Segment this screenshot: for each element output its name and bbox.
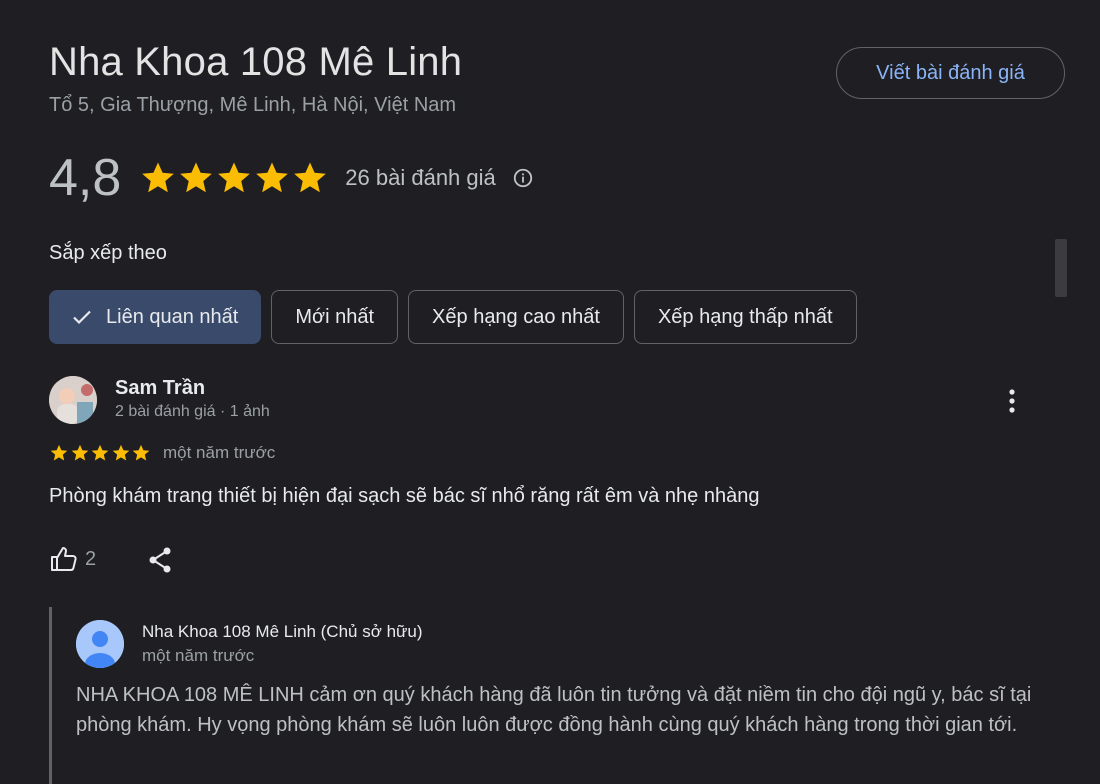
star-icon: [142, 162, 175, 193]
star-icon: [112, 444, 129, 461]
sort-chip-highest[interactable]: Xếp hạng cao nhất: [408, 290, 624, 344]
owner-reply-divider: [49, 607, 52, 784]
sort-chip-relevant[interactable]: Liên quan nhất: [49, 290, 262, 344]
sort-chip-label: Mới nhất: [295, 305, 375, 328]
write-review-button[interactable]: Viết bài đánh giá: [836, 47, 1065, 99]
star-icon: [71, 444, 88, 461]
share-icon[interactable]: [147, 546, 173, 574]
check-icon: [73, 310, 91, 325]
sort-label: Sắp xếp theo: [49, 242, 167, 264]
scrollbar-thumb[interactable]: [1055, 239, 1067, 297]
business-address: Tổ 5, Gia Thượng, Mê Linh, Hà Nội, Việt …: [49, 94, 457, 116]
rating-summary: 4,8 26 bài đánh giá: [49, 148, 534, 208]
sort-chip-label: Liên quan nhất: [106, 305, 239, 328]
info-icon[interactable]: [512, 167, 534, 189]
like-button[interactable]: 2: [49, 544, 96, 574]
review-date: một năm trước: [163, 443, 276, 462]
like-count: 2: [85, 547, 97, 570]
more-vert-icon[interactable]: [1000, 386, 1024, 416]
sort-chip-label: Xếp hạng thấp nhất: [657, 305, 833, 328]
sort-chips: Liên quan nhất Mới nhất Xếp hạng cao nhấ…: [49, 290, 867, 344]
reviewer-name[interactable]: Sam Trần: [115, 377, 205, 400]
star-icon: [294, 162, 327, 193]
review-stars: [49, 443, 152, 463]
star-icon: [132, 444, 150, 461]
rating-value: 4,8: [49, 149, 122, 207]
rating-stars: [139, 159, 329, 197]
star-icon: [180, 162, 213, 193]
reviewer-meta: 2 bài đánh giá · 1 ảnh: [115, 403, 270, 420]
sort-chip-label: Xếp hạng cao nhất: [432, 305, 600, 328]
sort-chip-lowest[interactable]: Xếp hạng thấp nhất: [633, 290, 857, 344]
owner-reply-author: Nha Khoa 108 Mê Linh (Chủ sở hữu): [142, 622, 423, 641]
star-icon: [256, 162, 289, 193]
sort-chip-newest[interactable]: Mới nhất: [271, 290, 399, 344]
star-icon: [218, 162, 251, 193]
business-title: Nha Khoa 108 Mê Linh: [49, 40, 463, 84]
review-text: Phòng khám trang thiết bị hiện đại sạch …: [49, 485, 760, 507]
reviewer-avatar[interactable]: [49, 376, 97, 424]
star-icon: [50, 444, 68, 461]
review-count: 26 bài đánh giá: [345, 165, 496, 190]
owner-reply-date: một năm trước: [142, 646, 255, 665]
thumbs-up-icon: [51, 547, 77, 571]
owner-avatar: [76, 620, 124, 668]
owner-reply-text: NHA KHOA 108 MÊ LINH cảm ơn quý khách hà…: [76, 684, 1032, 736]
star-icon: [91, 444, 109, 461]
